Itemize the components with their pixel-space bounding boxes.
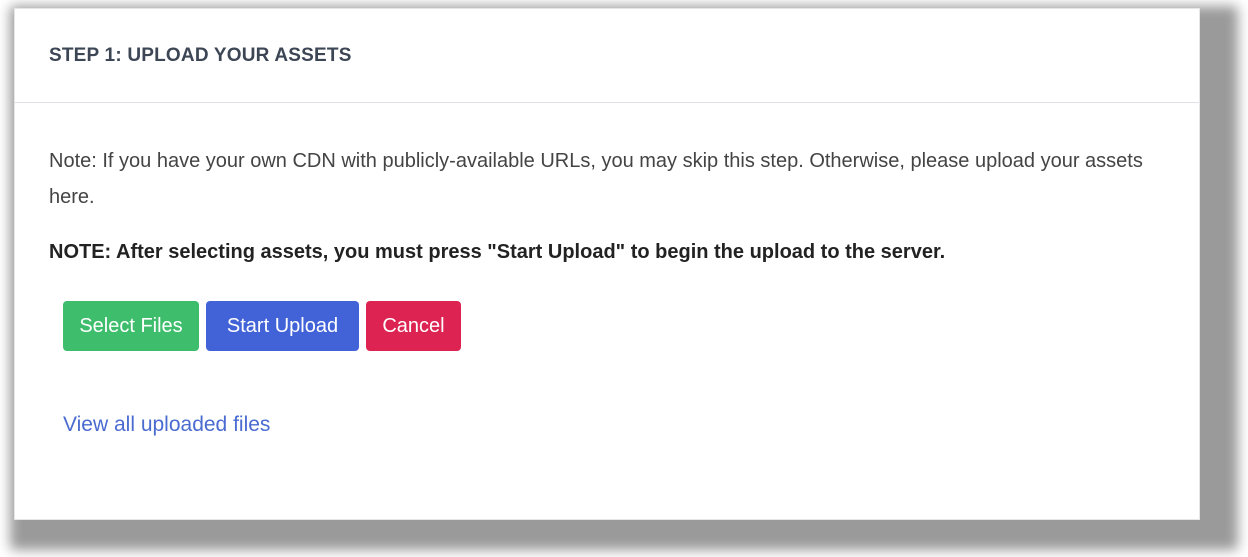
upload-instruction-note: NOTE: After selecting assets, you must p… <box>49 241 946 263</box>
cancel-button[interactable]: Cancel <box>366 301 461 351</box>
cdn-note: Note: If you have your own CDN with publ… <box>49 150 1143 208</box>
stage: STEP 1: UPLOAD YOUR ASSETS Note: If you … <box>0 0 1248 557</box>
view-uploaded-files-link[interactable]: View all uploaded files <box>63 413 270 437</box>
upload-button-row: Select Files Start Upload Cancel <box>63 301 1165 351</box>
card-title: STEP 1: UPLOAD YOUR ASSETS <box>49 44 352 66</box>
upload-card: STEP 1: UPLOAD YOUR ASSETS Note: If you … <box>14 8 1200 520</box>
select-files-button[interactable]: Select Files <box>63 301 199 351</box>
card-header: STEP 1: UPLOAD YOUR ASSETS <box>15 9 1199 103</box>
start-upload-button[interactable]: Start Upload <box>206 301 359 351</box>
card-body: Note: If you have your own CDN with publ… <box>15 143 1199 437</box>
